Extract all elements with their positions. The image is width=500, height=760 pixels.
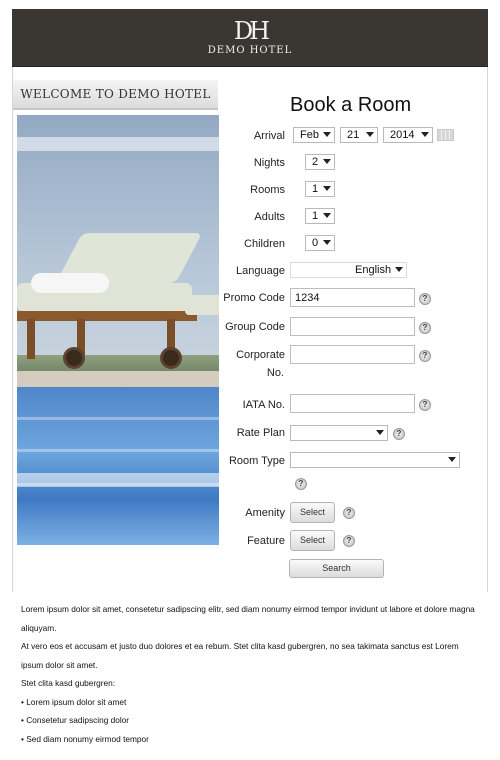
rooms-value: 1 [312, 183, 319, 195]
hotel-description: Lorem ipsum dolor sit amet, consetetur s… [21, 600, 483, 748]
room-type-select[interactable] [290, 452, 460, 468]
amenity-label: Amenity [245, 507, 285, 519]
list-item: • Lorem ipsum dolor sit amet [21, 696, 127, 707]
list-intro: Stet clita kasd gubergren: [21, 678, 116, 688]
arrival-label: Arrival [253, 130, 285, 142]
feature-select-button[interactable]: Select [290, 530, 335, 551]
list-item-text: Consetetur sadipscing dolor [26, 715, 130, 725]
dropdown-arrow-icon [323, 159, 331, 164]
help-icon[interactable]: ? [419, 322, 431, 334]
corporate-no-label-line1: Corporate [236, 349, 285, 361]
form-title: Book a Room [290, 94, 412, 116]
group-code-label: Group Code [225, 321, 285, 333]
rooms-select[interactable]: 1 [305, 181, 335, 197]
language-value: English [355, 264, 392, 276]
rate-plan-label: Rate Plan [236, 427, 285, 439]
adults-label: Adults [254, 211, 285, 223]
dropdown-arrow-icon [323, 240, 331, 245]
amenity-select-button[interactable]: Select [290, 502, 335, 523]
group-code-input[interactable] [290, 317, 415, 336]
site-header: DH DEMO HOTEL [12, 9, 488, 67]
pool-lounger-photo [17, 115, 219, 545]
list-item-text: Lorem ipsum dolor sit amet [26, 696, 127, 707]
help-icon[interactable]: ? [343, 535, 355, 547]
list-item: • Consetetur sadipscing dolor [21, 715, 130, 725]
dropdown-arrow-icon [323, 213, 331, 218]
help-icon[interactable]: ? [419, 350, 431, 362]
corporate-no-label-line2: No. [266, 367, 284, 379]
iata-no-label: IATA No. [242, 399, 285, 411]
nights-select[interactable]: 2 [305, 154, 335, 170]
arrival-year-value: 2014 [390, 129, 415, 141]
children-value: 0 [312, 237, 319, 249]
arrival-year-select[interactable]: 2014 [383, 127, 433, 143]
dropdown-arrow-icon [376, 430, 384, 435]
dropdown-arrow-icon [448, 457, 456, 462]
help-icon[interactable]: ? [343, 507, 355, 519]
logo-mark: DH [233, 17, 270, 45]
arrival-day-value: 21 [347, 129, 360, 141]
arrival-month-select[interactable]: Feb [293, 127, 335, 143]
help-icon[interactable]: ? [295, 478, 307, 490]
dropdown-arrow-icon [395, 267, 403, 272]
children-label: Children [244, 238, 285, 250]
language-label: Language [236, 265, 285, 277]
nights-value: 2 [312, 156, 319, 168]
help-icon[interactable]: ? [419, 293, 431, 305]
hotel-logo[interactable]: DH DEMO HOTEL [12, 17, 488, 57]
dropdown-arrow-icon [323, 186, 331, 191]
arrival-day-select[interactable]: 21 [340, 127, 378, 143]
dropdown-arrow-icon [323, 132, 331, 137]
paragraph: At vero eos et accusam et justo duo dolo… [21, 641, 459, 670]
calendar-icon[interactable] [437, 129, 454, 141]
search-button[interactable]: Search [289, 559, 384, 578]
welcome-heading: WELCOME TO DEMO HOTEL [13, 80, 218, 110]
corporate-no-input[interactable] [290, 345, 415, 364]
logo-text: DEMO HOTEL [207, 45, 293, 56]
list-item-text: Sed diam nonumy eirmod tempor [26, 733, 149, 744]
feature-label: Feature [247, 535, 285, 547]
dropdown-arrow-icon [421, 132, 429, 137]
paragraph: Lorem ipsum dolor sit amet, consetetur s… [21, 604, 475, 633]
rooms-label: Rooms [250, 184, 285, 196]
room-type-label: Room Type [228, 455, 285, 467]
promo-code-input[interactable] [290, 288, 415, 307]
iata-no-input[interactable] [290, 394, 415, 413]
nights-label: Nights [253, 157, 285, 169]
corporate-no-label: Corporate No. [220, 349, 285, 379]
promo-code-label: Promo Code [223, 292, 285, 304]
arrival-month-value: Feb [300, 129, 319, 141]
adults-select[interactable]: 1 [305, 208, 335, 224]
dropdown-arrow-icon [366, 132, 374, 137]
help-icon[interactable]: ? [393, 428, 405, 440]
adults-value: 1 [312, 210, 319, 222]
list-item: • Sed diam nonumy eirmod tempor [21, 733, 149, 744]
help-icon[interactable]: ? [419, 399, 431, 411]
rate-plan-select[interactable] [290, 425, 388, 441]
children-select[interactable]: 0 [305, 235, 335, 251]
language-select[interactable]: English [290, 262, 407, 278]
